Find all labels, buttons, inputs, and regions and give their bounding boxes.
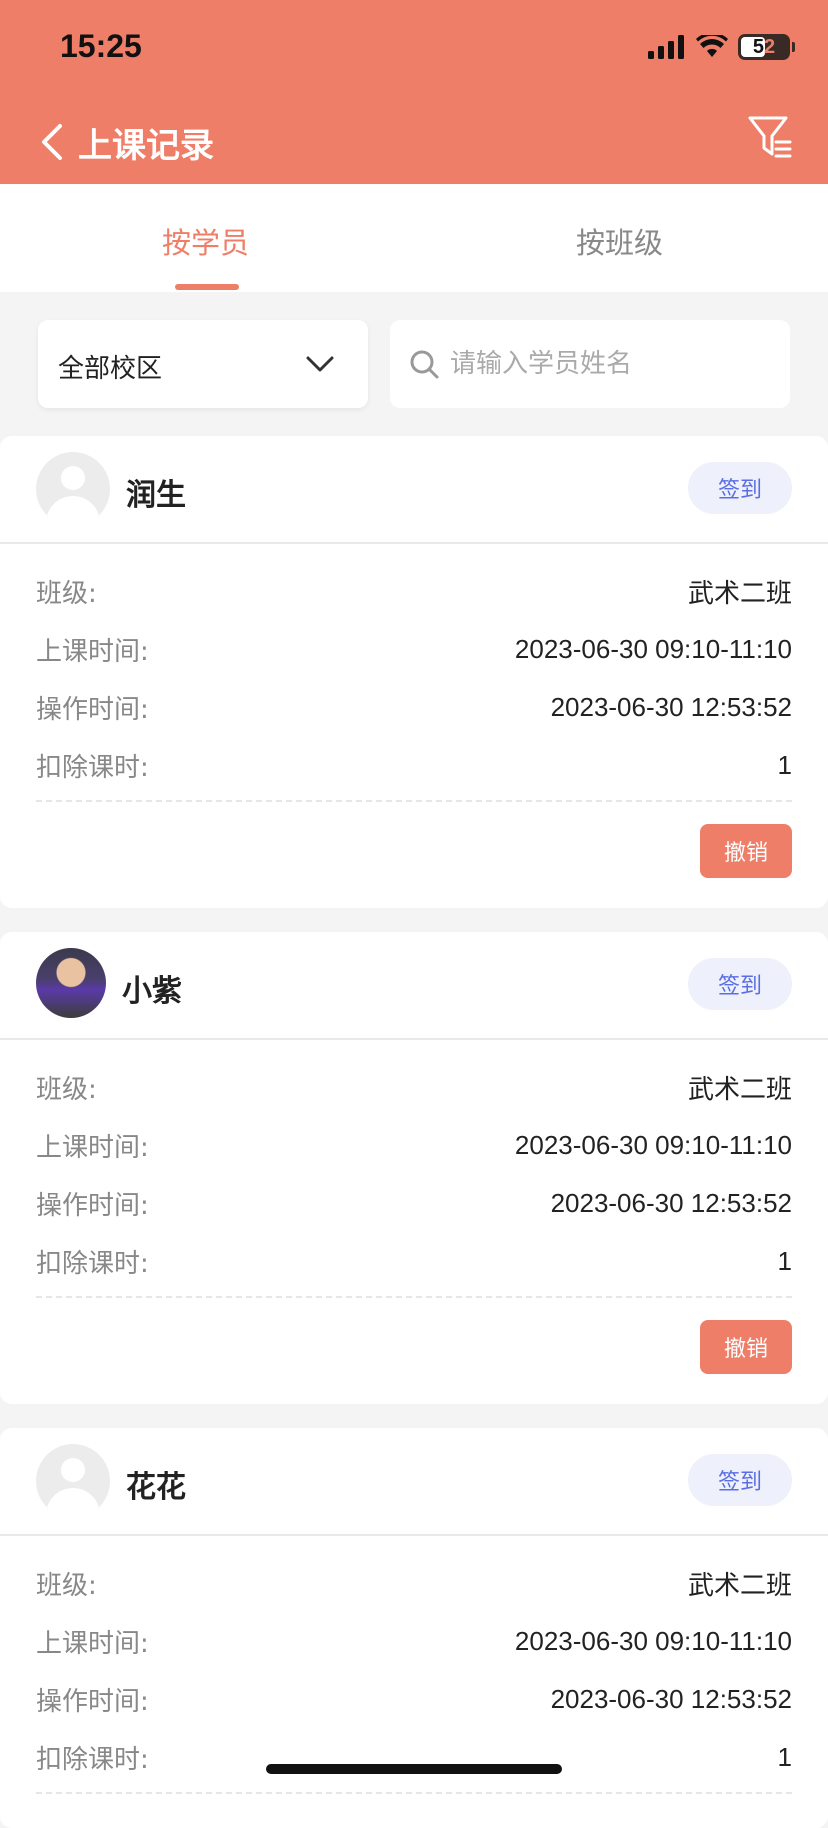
page-title: 上课记录 [78,126,214,166]
filter-bar: 全部校区 [0,320,828,408]
campus-select[interactable]: 全部校区 [38,320,368,408]
class-row: 班级: 武术二班 [36,1554,792,1612]
deduct-label: 扣除课时: [36,1744,149,1775]
class-time-row: 上课时间: 2023-06-30 09:10-11:10 [36,1612,792,1670]
checkin-button[interactable]: 签到 [688,958,792,1010]
class-label: 班级: [36,1570,97,1601]
op-time-label: 操作时间: [36,1686,149,1717]
deduct-value: 1 [777,749,792,780]
student-name: 小紫 [122,974,182,1009]
record-card: 润生 签到 班级: 武术二班 上课时间: 2023-06-30 09:10-11:1… [0,436,828,908]
class-time-value: 2023-06-30 09:10-11:10 [514,1625,792,1656]
op-time-row: 操作时间: 2023-06-30 12:53:52 [36,1174,792,1232]
class-time-value: 2023-06-30 09:10-11:10 [514,1129,792,1160]
status-time: 15:25 [60,28,142,64]
revoke-button[interactable]: 撤销 [700,824,792,878]
op-time-value: 2023-06-30 12:53:52 [550,1187,792,1218]
class-row: 班级: 武术二班 [36,562,792,620]
avatar [36,948,106,1018]
class-label: 班级: [36,1074,97,1105]
class-label: 班级: [36,578,97,609]
deduct-row: 扣除课时: 1 [36,736,792,794]
tab-bar: 按学员 按班级 [0,184,828,292]
tab-by-student[interactable]: 按学员 [162,220,249,262]
op-time-value: 2023-06-30 12:53:52 [550,691,792,722]
op-time-value: 2023-06-30 12:53:52 [550,1683,792,1714]
record-details: 班级: 武术二班 上课时间: 2023-06-30 09:10-11:10 操作时间… [0,1536,828,1786]
status-icons: 52 [648,34,795,60]
class-time-row: 上课时间: 2023-06-30 09:10-11:10 [36,620,792,678]
class-time-label: 上课时间: [36,1132,149,1163]
record-card: 小紫 签到 班级: 武术二班 上课时间: 2023-06-30 09:10-11:1… [0,932,828,1404]
home-indicator [266,1764,562,1774]
checkin-button[interactable]: 签到 [688,462,792,514]
class-time-row: 上课时间: 2023-06-30 09:10-11:10 [36,1116,792,1174]
record-details: 班级: 武术二班 上课时间: 2023-06-30 09:10-11:10 操作时间… [0,1040,828,1290]
record-card-header: 润生 签到 [0,436,828,544]
battery-digit-1: 5 [752,35,764,58]
search-box[interactable] [390,320,790,408]
op-time-label: 操作时间: [36,1190,149,1221]
avatar [36,1444,110,1518]
tab-active-indicator [175,284,239,290]
battery-icon: 52 [738,34,795,60]
deduct-label: 扣除课时: [36,752,149,783]
chevron-down-icon [306,356,334,372]
student-name: 润生 [126,478,186,513]
deduct-row: 扣除课时: 1 [36,1728,792,1786]
op-time-label: 操作时间: [36,694,149,725]
op-time-row: 操作时间: 2023-06-30 12:53:52 [36,1670,792,1728]
wifi-icon [696,35,728,57]
battery-digit-2: 2 [764,35,776,58]
deduct-row: 扣除课时: 1 [36,1232,792,1290]
class-row: 班级: 武术二班 [36,1058,792,1116]
search-icon [410,350,439,379]
search-input[interactable] [450,342,770,386]
tab-by-class[interactable]: 按班级 [576,220,663,262]
revoke-button[interactable]: 撤销 [700,1320,792,1374]
deduct-label: 扣除课时: [36,1248,149,1279]
op-time-row: 操作时间: 2023-06-30 12:53:52 [36,678,792,736]
record-card-header: 花花 签到 [0,1428,828,1536]
filter-icon[interactable] [746,112,794,162]
signal-icon [648,35,684,59]
class-time-label: 上课时间: [36,636,149,667]
class-value: 武术二班 [687,578,792,609]
class-value: 武术二班 [687,1074,792,1105]
deduct-value: 1 [777,1741,792,1772]
class-time-label: 上课时间: [36,1628,149,1659]
student-name: 花花 [126,1470,186,1505]
class-value: 武术二班 [687,1570,792,1601]
back-icon[interactable] [34,118,74,166]
checkin-button[interactable]: 签到 [688,1454,792,1506]
record-card-header: 小紫 签到 [0,932,828,1040]
campus-select-value: 全部校区 [58,354,163,384]
class-time-value: 2023-06-30 09:10-11:10 [514,633,792,664]
deduct-value: 1 [777,1245,792,1276]
record-details: 班级: 武术二班 上课时间: 2023-06-30 09:10-11:10 操作时间… [0,544,828,794]
app-header: 15:25 52 上课记录 [0,0,828,184]
avatar [36,452,110,526]
dashed-divider [36,1792,792,1794]
